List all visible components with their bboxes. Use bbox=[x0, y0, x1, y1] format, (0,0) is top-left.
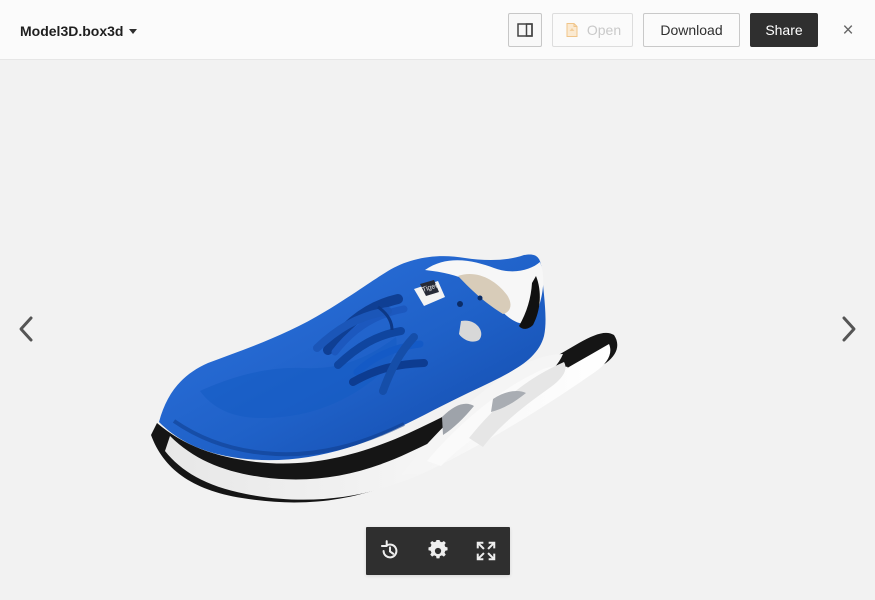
model-viewer[interactable]: Tiger bbox=[0, 60, 875, 600]
sidebar-toggle-button[interactable] bbox=[508, 13, 542, 47]
fullscreen-button[interactable] bbox=[468, 533, 504, 569]
sneaker-model-image: Tiger bbox=[151, 254, 618, 503]
next-file-button[interactable] bbox=[837, 314, 861, 344]
reset-view-button[interactable] bbox=[372, 533, 408, 569]
3d-shoe-model[interactable]: Tiger bbox=[138, 198, 628, 528]
settings-button[interactable] bbox=[420, 533, 456, 569]
close-icon[interactable]: × bbox=[838, 20, 858, 40]
fullscreen-icon bbox=[476, 541, 496, 561]
chevron-left-icon bbox=[19, 316, 33, 342]
open-button-label: Open bbox=[586, 22, 622, 38]
viewer-toolbar bbox=[366, 527, 510, 575]
download-button[interactable]: Download bbox=[643, 13, 740, 47]
share-button[interactable]: Share bbox=[750, 13, 818, 47]
sidebar-icon bbox=[517, 23, 533, 37]
file-name-label: Model3D.box3d bbox=[20, 23, 124, 39]
box-3d-preview-window: Model3D.box3d Open Download Share × Tige… bbox=[0, 0, 875, 600]
chevron-right-icon bbox=[842, 316, 856, 342]
document-icon bbox=[566, 23, 578, 37]
file-name-dropdown[interactable]: Model3D.box3d bbox=[20, 20, 138, 42]
history-icon bbox=[380, 540, 398, 559]
preview-header: Model3D.box3d Open Download Share × bbox=[0, 0, 875, 60]
open-button: Open bbox=[552, 13, 633, 47]
settings-icon bbox=[428, 540, 448, 559]
chevron-down-icon bbox=[129, 29, 138, 34]
previous-file-button[interactable] bbox=[14, 314, 38, 344]
